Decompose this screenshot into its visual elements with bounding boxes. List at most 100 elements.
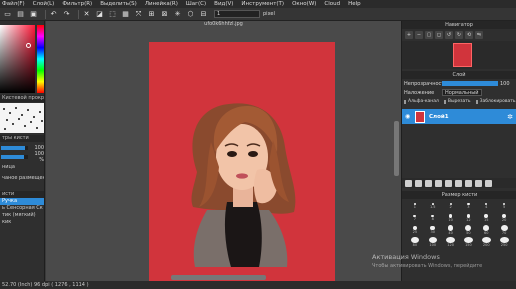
opacity-value[interactable]: 100 % xyxy=(30,151,44,163)
redo-icon[interactable]: ↷ xyxy=(62,10,71,19)
brush-size-preset[interactable]: 150 xyxy=(460,237,478,247)
horizontal-scrollbar[interactable] xyxy=(171,275,266,280)
brush-size-preset[interactable]: 30 xyxy=(424,225,442,235)
new-file-icon[interactable]: ▭ xyxy=(3,10,12,19)
zoom-in-icon[interactable]: + xyxy=(405,31,413,39)
brush-item[interactable]: тик (мягкий) xyxy=(0,212,44,219)
vertical-scrollbar[interactable] xyxy=(394,121,399,176)
brush-size-preset[interactable]: 70 xyxy=(495,225,513,235)
clear-layer-icon[interactable] xyxy=(465,179,472,187)
snap-icon[interactable]: ⊠ xyxy=(160,10,169,19)
opacity-slider[interactable]: 100 % xyxy=(0,151,44,163)
lock-checkbox[interactable] xyxy=(475,99,478,104)
blend-mode-row: Наложение Нормальный xyxy=(402,88,516,97)
brush-size-preset[interactable]: 15 xyxy=(477,213,495,223)
brush-size-label: 20 xyxy=(501,218,507,223)
toolbar: ▭ ▤ ▣ ↶ ↷ ✕ ◪ ⬚ ▦ ⤧ ⊞ ⊠ ✳ ⬡ ⊟ 1 pixel xyxy=(0,8,516,21)
brush-size-preset[interactable]: 80 xyxy=(406,237,424,247)
brush-size-preset[interactable]: 1 xyxy=(406,201,424,211)
alpha-checkbox[interactable] xyxy=(404,99,406,104)
menu-ruler[interactable]: Линейка(R) xyxy=(145,1,178,7)
layer-opacity-value[interactable]: 100 xyxy=(500,81,514,87)
color-cursor[interactable] xyxy=(26,43,31,48)
menu-step[interactable]: Шаг(C) xyxy=(186,1,206,7)
menu-help[interactable]: Help xyxy=(348,1,361,7)
menu-tool[interactable]: Инструмент(T) xyxy=(241,1,284,7)
new-folder-icon[interactable] xyxy=(445,179,452,187)
clip-checkbox[interactable] xyxy=(443,99,446,104)
navigator-thumbnail[interactable] xyxy=(453,43,472,67)
new-vector-layer-icon[interactable] xyxy=(415,179,422,187)
fit-icon[interactable]: ▢ xyxy=(425,31,433,39)
brush-size-preset[interactable]: 3 xyxy=(460,201,478,211)
canvas-area[interactable]: ufo0k6hhfzl.jpg xyxy=(46,21,401,281)
brush-size-preset[interactable]: 10 xyxy=(442,213,460,223)
menu-view[interactable]: Вид(V) xyxy=(214,1,233,7)
brush-size-preset[interactable]: 250 xyxy=(495,237,513,247)
brush-item-selected[interactable]: Ручка xyxy=(0,198,44,205)
hue-slider[interactable] xyxy=(37,25,44,93)
duplicate-layer-icon[interactable] xyxy=(435,179,442,187)
brush-size-preset[interactable]: 2 xyxy=(442,201,460,211)
save-icon[interactable]: ▣ xyxy=(29,10,38,19)
transform-icon[interactable]: ⤧ xyxy=(134,10,143,19)
rotate-right-icon[interactable]: ↻ xyxy=(455,31,463,39)
open-folder-icon[interactable]: ▤ xyxy=(16,10,25,19)
brush-item[interactable]: кик xyxy=(0,219,44,226)
brush-size-preset[interactable]: 50 xyxy=(460,225,478,235)
fill-icon[interactable]: ▦ xyxy=(121,10,130,19)
mask-icon[interactable] xyxy=(475,179,482,187)
brush-size-preset[interactable]: 8 xyxy=(424,213,442,223)
delete-layer-icon[interactable] xyxy=(485,179,492,187)
menu-filter[interactable]: Фильтр(R) xyxy=(62,1,92,7)
layer-name[interactable]: Слой1 xyxy=(429,114,507,120)
menu-file[interactable]: Файл(F) xyxy=(2,1,25,7)
new-layer-icon[interactable] xyxy=(405,179,412,187)
brush-size-preset[interactable]: 12 xyxy=(460,213,478,223)
deselect-icon[interactable]: ✕ xyxy=(82,10,91,19)
merge-down-icon[interactable] xyxy=(455,179,462,187)
brush-size-label: 1 xyxy=(413,204,417,209)
brush-size-preset[interactable]: 100 xyxy=(424,237,442,247)
zoom-out-icon[interactable]: − xyxy=(415,31,423,39)
brush-size-label: 50 xyxy=(466,230,471,235)
layer-row[interactable]: ◉ Слой1 ✲ xyxy=(402,109,516,124)
actual-size-icon[interactable]: ◻ xyxy=(435,31,443,39)
perspective-icon[interactable]: ⬡ xyxy=(186,10,195,19)
new-halftone-layer-icon[interactable] xyxy=(425,179,432,187)
brush-size-preset[interactable]: 1.5 xyxy=(424,201,442,211)
layer-opacity-slider[interactable] xyxy=(442,81,498,86)
guide-icon[interactable]: ⊟ xyxy=(199,10,208,19)
brush-size-preset[interactable]: 20 xyxy=(495,213,513,223)
layer-settings-icon[interactable]: ✲ xyxy=(507,113,513,121)
grid-icon[interactable]: ⊞ xyxy=(147,10,156,19)
brush-size-preset[interactable]: 4 xyxy=(477,201,495,211)
brush-size-preset[interactable]: 40 xyxy=(442,225,460,235)
blend-mode-select[interactable]: Нормальный xyxy=(442,89,482,96)
brush-size-preset[interactable]: 60 xyxy=(477,225,495,235)
navigator-preview[interactable] xyxy=(402,41,516,69)
reset-rotation-icon[interactable]: ⟲ xyxy=(465,31,473,39)
zoom-select[interactable]: 1 xyxy=(214,10,260,18)
brush-item[interactable]: ь Сенсорная Ск xyxy=(0,205,44,212)
menu-layer[interactable]: Слой(L) xyxy=(33,1,55,7)
color-saturation-field[interactable] xyxy=(0,25,35,93)
menu-bar: Файл(F) Слой(L) Фильтр(R) Выделить(S) Ли… xyxy=(0,0,516,8)
invert-selection-icon[interactable]: ◪ xyxy=(95,10,104,19)
select-all-icon[interactable]: ⬚ xyxy=(108,10,117,19)
menu-cloud[interactable]: Cloud xyxy=(324,1,340,7)
brush-size-preset[interactable]: 200 xyxy=(477,237,495,247)
artboard[interactable] xyxy=(149,42,335,281)
menu-select[interactable]: Выделить(S) xyxy=(100,1,137,7)
undo-icon[interactable]: ↶ xyxy=(49,10,58,19)
brush-size-preset[interactable]: 120 xyxy=(442,237,460,247)
brush-size-preset[interactable]: 5 xyxy=(495,201,513,211)
visibility-eye-icon[interactable]: ◉ xyxy=(405,113,412,120)
rotate-left-icon[interactable]: ↺ xyxy=(445,31,453,39)
flip-icon[interactable]: ⇋ xyxy=(475,31,483,39)
brush-size-preset[interactable]: 7 xyxy=(406,213,424,223)
symmetry-icon[interactable]: ✳ xyxy=(173,10,182,19)
brush-size-preset[interactable]: 25 xyxy=(406,225,424,235)
menu-window[interactable]: Окно(W) xyxy=(292,1,316,7)
color-picker[interactable] xyxy=(0,23,44,95)
